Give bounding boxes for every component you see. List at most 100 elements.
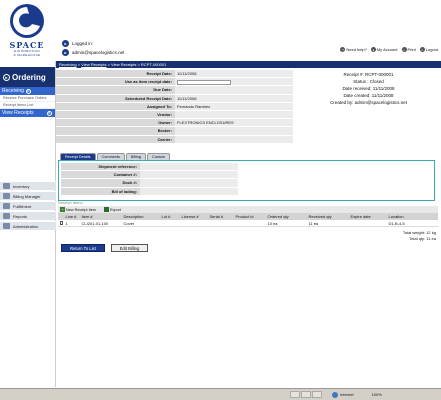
account-icon: ● <box>370 47 376 52</box>
col-serial[interactable]: Serial # <box>208 214 234 219</box>
breadcrumb: Receiving > View Receipts > View Receipt… <box>56 61 441 68</box>
cell-description: Cover <box>123 220 135 226</box>
print-link[interactable]: ▪ Print <box>401 47 416 52</box>
col-location[interactable]: Location <box>387 214 438 219</box>
col-ordered-qty[interactable]: Ordered qty <box>266 214 307 219</box>
receipt-form: Receipt Date: 11/11/2008 Use as item rec… <box>56 70 293 144</box>
help-icon: ? <box>340 47 346 52</box>
item-receipt-date-input[interactable] <box>177 79 231 85</box>
edit-billing-button[interactable]: Edit Billing <box>110 244 149 252</box>
arrow-circle-icon: ► <box>47 110 52 116</box>
receipt-totals: Total weight: 12 kg Total qty: 11 ea <box>296 230 436 241</box>
form-value <box>175 135 293 143</box>
receipt-status: Status : Closed <box>353 79 384 84</box>
form-row-assigned-to: Assigned To: Fernando Ramirez <box>56 102 293 111</box>
col-line[interactable]: Line # <box>64 214 80 219</box>
breadcrumb-receiving[interactable]: Receiving <box>59 62 77 67</box>
module-administration[interactable]: Administration <box>0 221 56 230</box>
form-value: 11/11/2008 <box>175 70 293 78</box>
tab-custom[interactable]: Custom <box>147 153 171 160</box>
cell-location: D1-B-4-5 <box>388 220 405 226</box>
module-fulfillment-label: Fulfillment <box>13 203 32 209</box>
form-row-carrier: Carrier: <box>56 135 293 144</box>
form-label: Broker: <box>56 127 175 135</box>
return-to-list-button[interactable]: Return To List <box>61 244 105 252</box>
security-zone-label: Internet <box>340 392 354 397</box>
form-row-scheduled-date: Scheduled Receipt Date: 11/11/2008 <box>56 94 293 103</box>
cell-received-qty: 11 ea <box>308 220 319 226</box>
col-description[interactable]: Description <box>122 214 160 219</box>
breadcrumb-view-receipts[interactable]: View Receipts <box>81 62 106 67</box>
col-item[interactable]: Item # <box>80 214 122 219</box>
tab-receipt-details[interactable]: Receipt Details <box>60 153 96 160</box>
sidebar-item-view-receipts-label: View Receipts <box>2 110 34 116</box>
form-label: Carrier: <box>56 135 175 143</box>
logged-in-label: Logged in: <box>72 41 94 46</box>
fulfillment-icon <box>3 203 10 209</box>
receipt-items-toolbar: + New Receipt Item Export <box>58 206 438 213</box>
logout-icon: × <box>419 47 425 52</box>
detail-label: Shipment reference: <box>61 163 140 171</box>
form-label: Use as item receipt date: <box>56 78 175 86</box>
reports-icon <box>3 213 10 219</box>
receipt-created-by: Created by: admin@spacelogistics.net <box>330 100 407 105</box>
col-license[interactable]: License # <box>180 214 208 219</box>
status-cell <box>290 391 300 398</box>
detail-label: Container #: <box>61 171 140 179</box>
zoom-level[interactable]: 100% <box>372 392 382 397</box>
help-link[interactable]: ? Need help? <box>340 47 367 52</box>
sidebar-item-view-receipts[interactable]: View Receipts ► <box>0 109 55 117</box>
sidebar-item-receive-po[interactable]: Receive Purchase Orders <box>0 95 55 102</box>
logged-in-line: ▸ Logged in: <box>62 40 93 47</box>
form-label: Owner: <box>56 119 175 127</box>
new-receipt-item-label: New Receipt Item <box>66 207 96 212</box>
module-inventory[interactable]: Inventory <box>0 181 56 190</box>
col-received-qty[interactable]: Received qty <box>307 214 349 219</box>
col-product-id[interactable]: Product id <box>234 214 266 219</box>
checkbox[interactable] <box>59 221 63 225</box>
col-expire-date[interactable]: Expire date <box>349 214 387 219</box>
company-logo: SPACE DISTRIBUTION & WAREHOUSE <box>3 2 51 58</box>
logo-tagline: DISTRIBUTION & WAREHOUSE <box>3 49 51 57</box>
app-header: SPACE DISTRIBUTION & WAREHOUSE ▸ Logged … <box>0 0 441 60</box>
billing-icon <box>3 193 10 199</box>
form-row-owner: Owner: FLEXTRONICS ENCLOSURES <box>56 119 293 128</box>
form-label: Receipt Date: <box>56 70 175 78</box>
detail-label: Bill of lading: <box>61 187 140 195</box>
my-account-link[interactable]: ● My Account <box>370 47 398 52</box>
form-label: Due Date: <box>56 86 175 94</box>
form-value <box>175 110 293 119</box>
print-icon: ▪ <box>401 47 407 52</box>
table-row[interactable]: 1 CLI201-01-100 Cover 10 ea 11 ea D1-B-4… <box>58 220 438 227</box>
security-zone: Internet <box>332 391 354 398</box>
breadcrumb-view-receipts-2: View Receipts <box>111 62 137 67</box>
tab-billing[interactable]: Billing <box>125 153 147 160</box>
form-value <box>175 127 293 135</box>
receipt-date-created: Date created: 11/11/2008 <box>343 93 394 98</box>
col-lot[interactable]: Lot # <box>160 214 180 219</box>
form-value <box>175 86 293 94</box>
browser-status-bar: Internet 100% <box>0 388 441 400</box>
export-icon <box>103 207 109 212</box>
module-billing-label: Billing Manager <box>13 193 41 199</box>
logout-link[interactable]: × Logout <box>419 47 438 52</box>
module-fulfillment[interactable]: Fulfillment <box>0 201 56 210</box>
module-reports[interactable]: Reports <box>0 211 56 220</box>
tab-comments[interactable]: Comments <box>96 153 125 160</box>
user-email-line: ▸ admin@spacelogistics.net <box>62 49 124 56</box>
sidebar-title-label: Ordering <box>12 72 46 82</box>
help-link-label: Need help? <box>346 47 367 52</box>
export-button[interactable]: Export <box>103 207 121 212</box>
form-row-receipt-date: Receipt Date: 11/11/2008 <box>56 70 293 79</box>
cell-item: CLI201-01-100 <box>81 220 109 226</box>
form-label: Vendor: <box>56 110 175 119</box>
sidebar: ► Ordering Receiving ► Receive Purchase … <box>0 61 56 387</box>
sidebar-item-receipt-items[interactable]: Receipt Items List <box>0 102 55 109</box>
form-label: Scheduled Receipt Date: <box>56 94 175 102</box>
receipt-date-received: Date received: 11/11/2008 <box>342 86 395 91</box>
user-email: admin@spacelogistics.net <box>72 50 125 55</box>
sidebar-section-receiving[interactable]: Receiving ► <box>0 87 55 95</box>
detail-row-bill-of-lading: Bill of lading: <box>61 187 238 196</box>
new-receipt-item-button[interactable]: + New Receipt Item <box>60 207 96 212</box>
module-billing-manager[interactable]: Billing Manager <box>0 191 56 200</box>
